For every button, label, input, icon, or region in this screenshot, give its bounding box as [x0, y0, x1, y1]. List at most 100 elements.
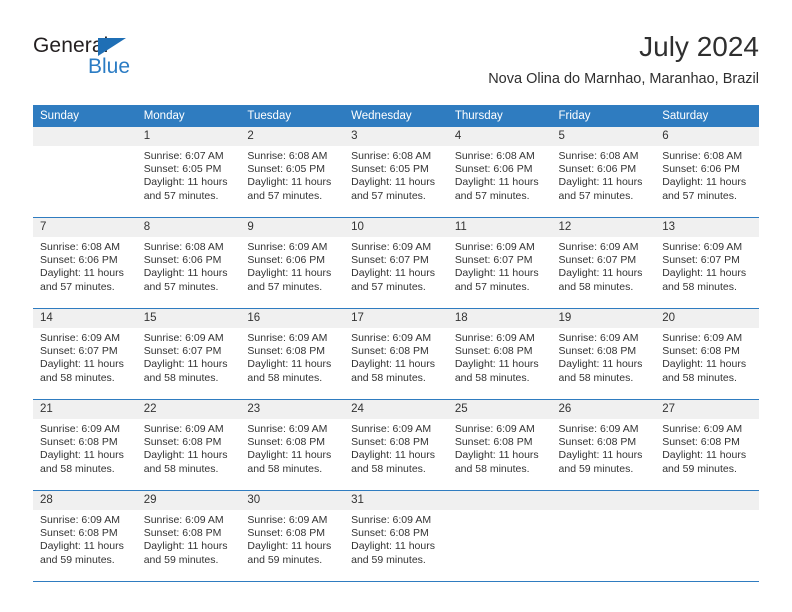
- general-blue-logo[interactable]: General Blue: [33, 34, 163, 82]
- daylight-duration-line2: and 59 minutes.: [40, 553, 115, 566]
- calendar-day-cell[interactable]: 15 Sunrise: 6:09 AM Sunset: 6:07 PM Dayligh…: [136, 308, 241, 400]
- calendar-day-cell[interactable]: 3 Sunrise: 6:08 AM Sunset: 6:05 PM Daylight…: [344, 127, 448, 218]
- day-details: Sunrise: 6:08 AM Sunset: 6:06 PM Daylight:…: [33, 237, 137, 294]
- page-header: General Blue July 2024 Nova Olina do Mar…: [33, 30, 759, 96]
- day-number: 21: [33, 400, 137, 419]
- calendar-header: Sunday Monday Tuesday Wednesday Thursday…: [33, 105, 759, 127]
- calendar-day-cell[interactable]: 1 Sunrise: 6:07 AM Sunset: 6:05 PM Daylight…: [136, 127, 241, 218]
- day-number: 23: [240, 400, 345, 419]
- calendar-day-cell[interactable]: 4 Sunrise: 6:08 AM Sunset: 6:06 PM Daylight…: [447, 127, 552, 218]
- calendar-day-cell[interactable]: 6 Sunrise: 6:08 AM Sunset: 6:06 PM Daylight…: [655, 127, 759, 218]
- sunset-time: Sunset: 6:08 PM: [143, 527, 222, 540]
- daylight-duration-line1: Daylight: 11 hours: [143, 540, 228, 553]
- daylight-duration-line1: Daylight: 11 hours: [247, 449, 332, 462]
- calendar-day-cell[interactable]: 26 Sunrise: 6:09 AM Sunset: 6:08 PM Dayligh…: [551, 399, 656, 491]
- day-details: Sunrise: 6:09 AM Sunset: 6:08 PM Daylight:…: [240, 328, 344, 385]
- calendar-day-cell[interactable]: 11 Sunrise: 6:09 AM Sunset: 6:07 PM Dayligh…: [447, 217, 552, 309]
- sunset-time: Sunset: 6:08 PM: [247, 527, 326, 540]
- daylight-duration-line1: Daylight: 11 hours: [143, 176, 228, 189]
- calendar-day-cell[interactable]: 14 Sunrise: 6:09 AM Sunset: 6:07 PM Dayligh…: [33, 308, 137, 400]
- day-details: Sunrise: 6:08 AM Sunset: 6:06 PM Daylight:…: [552, 146, 656, 203]
- day-number: 13: [655, 218, 759, 237]
- daylight-duration-line1: Daylight: 11 hours: [247, 358, 332, 371]
- day-details: Sunrise: 6:09 AM Sunset: 6:08 PM Daylight:…: [655, 419, 759, 476]
- sunrise-time: Sunrise: 6:09 AM: [247, 241, 328, 253]
- sunset-time: Sunset: 6:06 PM: [662, 163, 740, 176]
- calendar-day-cell[interactable]: 18 Sunrise: 6:09 AM Sunset: 6:08 PM Dayligh…: [447, 308, 552, 400]
- calendar-day-cell[interactable]: 13 Sunrise: 6:09 AM Sunset: 6:07 PM Dayligh…: [655, 217, 759, 309]
- day-number: 22: [136, 400, 241, 419]
- calendar-day-cell[interactable]: 25 Sunrise: 6:09 AM Sunset: 6:08 PM Dayligh…: [447, 399, 552, 491]
- calendar-day-cell-empty: [447, 490, 552, 582]
- sunrise-time: Sunrise: 6:08 AM: [247, 150, 328, 162]
- day-number: 30: [240, 491, 345, 510]
- calendar-week-row: 1 Sunrise: 6:07 AM Sunset: 6:05 PM Daylight…: [33, 127, 759, 218]
- day-details: Sunrise: 6:08 AM Sunset: 6:05 PM Daylight:…: [344, 146, 448, 203]
- daylight-duration-line1: Daylight: 11 hours: [558, 176, 643, 189]
- sunrise-time: Sunrise: 6:07 AM: [143, 150, 224, 162]
- calendar-day-cell[interactable]: 12 Sunrise: 6:09 AM Sunset: 6:07 PM Dayligh…: [551, 217, 656, 309]
- daylight-duration-line2: and 57 minutes.: [454, 280, 530, 293]
- daylight-duration-line2: and 58 minutes.: [247, 462, 323, 475]
- calendar-day-cell[interactable]: 23 Sunrise: 6:09 AM Sunset: 6:08 PM Dayligh…: [240, 399, 345, 491]
- day-number: 3: [344, 127, 448, 146]
- sunrise-time: Sunrise: 6:09 AM: [247, 332, 328, 344]
- sunrise-time: Sunrise: 6:09 AM: [454, 241, 535, 253]
- calendar-day-cell[interactable]: 17 Sunrise: 6:09 AM Sunset: 6:08 PM Dayligh…: [344, 308, 448, 400]
- calendar-day-cell[interactable]: 7 Sunrise: 6:08 AM Sunset: 6:06 PM Daylight…: [33, 217, 137, 309]
- daylight-duration-line1: Daylight: 11 hours: [247, 267, 332, 280]
- day-details: Sunrise: 6:09 AM Sunset: 6:08 PM Daylight:…: [137, 419, 241, 476]
- sunrise-sunset-calendar: Sunday Monday Tuesday Wednesday Thursday…: [33, 105, 759, 582]
- calendar-day-cell[interactable]: 21 Sunrise: 6:09 AM Sunset: 6:08 PM Dayligh…: [33, 399, 137, 491]
- weekday-header-thursday: Thursday: [447, 105, 552, 127]
- daylight-duration-line1: Daylight: 11 hours: [143, 267, 228, 280]
- calendar-day-cell[interactable]: 30 Sunrise: 6:09 AM Sunset: 6:08 PM Dayligh…: [240, 490, 345, 582]
- calendar-day-cell[interactable]: 27 Sunrise: 6:09 AM Sunset: 6:08 PM Dayligh…: [655, 399, 759, 491]
- day-details: Sunrise: 6:08 AM Sunset: 6:06 PM Daylight:…: [137, 237, 241, 294]
- day-number: 14: [33, 309, 137, 328]
- page-subtitle: Nova Olina do Marnhao, Maranhao, Brazil: [488, 71, 759, 87]
- calendar-day-cell[interactable]: 20 Sunrise: 6:09 AM Sunset: 6:08 PM Dayligh…: [655, 308, 759, 400]
- day-number: 26: [551, 400, 656, 419]
- calendar-day-cell[interactable]: 5 Sunrise: 6:08 AM Sunset: 6:06 PM Daylight…: [551, 127, 656, 218]
- sunrise-time: Sunrise: 6:08 AM: [143, 241, 224, 253]
- daylight-duration-line2: and 59 minutes.: [662, 462, 737, 475]
- logo-text-blue: Blue: [88, 55, 131, 78]
- weekday-header-saturday: Saturday: [655, 105, 759, 127]
- day-number: 2: [240, 127, 345, 146]
- sunset-time: Sunset: 6:08 PM: [454, 436, 533, 449]
- calendar-day-cell-empty: [551, 490, 656, 582]
- sunset-time: Sunset: 6:06 PM: [40, 254, 118, 267]
- daylight-duration-line1: Daylight: 11 hours: [40, 449, 124, 462]
- sunrise-time: Sunrise: 6:09 AM: [351, 332, 432, 344]
- day-details: Sunrise: 6:09 AM Sunset: 6:07 PM Daylight:…: [552, 237, 656, 294]
- day-number: 25: [447, 400, 552, 419]
- daylight-duration-line2: and 58 minutes.: [351, 462, 426, 475]
- daylight-duration-line1: Daylight: 11 hours: [247, 540, 332, 553]
- daylight-duration-line1: Daylight: 11 hours: [351, 540, 435, 553]
- sunset-time: Sunset: 6:08 PM: [662, 345, 740, 358]
- calendar-day-cell[interactable]: 24 Sunrise: 6:09 AM Sunset: 6:08 PM Dayligh…: [344, 399, 448, 491]
- daylight-duration-line2: and 57 minutes.: [247, 189, 323, 202]
- sunrise-time: Sunrise: 6:08 AM: [351, 150, 432, 162]
- calendar-day-cell[interactable]: 8 Sunrise: 6:08 AM Sunset: 6:06 PM Daylight…: [136, 217, 241, 309]
- day-details: Sunrise: 6:08 AM Sunset: 6:06 PM Daylight:…: [655, 146, 759, 203]
- calendar-day-cell[interactable]: 28 Sunrise: 6:09 AM Sunset: 6:08 PM Dayligh…: [33, 490, 137, 582]
- daylight-duration-line1: Daylight: 11 hours: [351, 358, 435, 371]
- day-details: Sunrise: 6:09 AM Sunset: 6:07 PM Daylight:…: [448, 237, 552, 294]
- calendar-day-cell[interactable]: 19 Sunrise: 6:09 AM Sunset: 6:08 PM Dayligh…: [551, 308, 656, 400]
- calendar-day-cell[interactable]: 29 Sunrise: 6:09 AM Sunset: 6:08 PM Dayligh…: [136, 490, 241, 582]
- daylight-duration-line1: Daylight: 11 hours: [558, 449, 643, 462]
- sunrise-time: Sunrise: 6:09 AM: [143, 423, 224, 435]
- calendar-day-cell[interactable]: 31 Sunrise: 6:09 AM Sunset: 6:08 PM Dayligh…: [344, 490, 448, 582]
- calendar-day-cell[interactable]: 16 Sunrise: 6:09 AM Sunset: 6:08 PM Dayligh…: [240, 308, 345, 400]
- calendar-day-cell[interactable]: 2 Sunrise: 6:08 AM Sunset: 6:05 PM Daylight…: [240, 127, 345, 218]
- daylight-duration-line1: Daylight: 11 hours: [662, 449, 747, 462]
- calendar-day-cell[interactable]: 9 Sunrise: 6:09 AM Sunset: 6:06 PM Daylight…: [240, 217, 345, 309]
- sunrise-time: Sunrise: 6:08 AM: [558, 150, 639, 162]
- sunset-time: Sunset: 6:08 PM: [351, 527, 429, 540]
- calendar-day-cell[interactable]: 10 Sunrise: 6:09 AM Sunset: 6:07 PM Dayligh…: [344, 217, 448, 309]
- calendar-day-cell[interactable]: 22 Sunrise: 6:09 AM Sunset: 6:08 PM Dayligh…: [136, 399, 241, 491]
- title-block: July 2024 Nova Olina do Marnhao, Maranha…: [488, 30, 759, 88]
- daylight-duration-line1: Daylight: 11 hours: [662, 358, 747, 371]
